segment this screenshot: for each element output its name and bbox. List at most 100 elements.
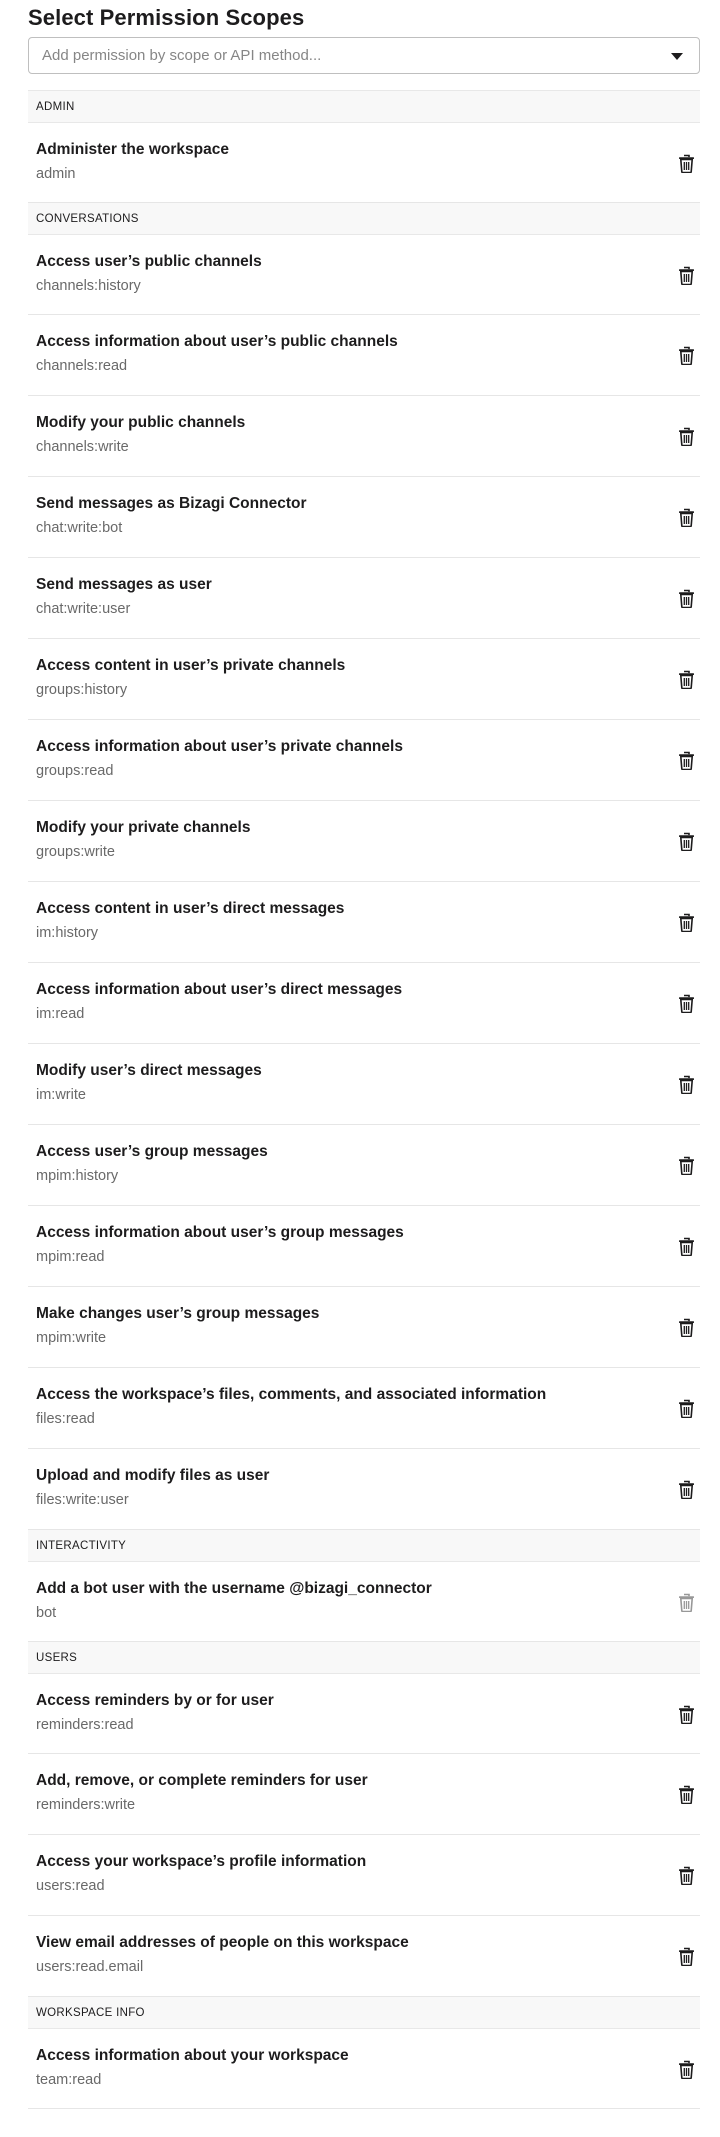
scope-row: Access content in user’s direct messages…: [28, 882, 700, 963]
scope-code: admin: [36, 166, 76, 182]
section-header: ADMIN: [28, 90, 700, 123]
trash-icon[interactable]: [674, 1396, 698, 1420]
scope-title: Add a bot user with the username @bizagi…: [36, 1580, 432, 1597]
trash-icon[interactable]: [674, 1702, 698, 1726]
trash-icon[interactable]: [674, 1234, 698, 1258]
trash-icon[interactable]: [674, 910, 698, 934]
trash-icon[interactable]: [674, 829, 698, 853]
scope-title: Modify your public channels: [36, 414, 246, 431]
scope-row: Access user’s public channels channels:hi…: [28, 235, 700, 315]
scope-row: Access information about user’s private …: [28, 720, 700, 801]
scope-code: chat:write:user: [36, 601, 131, 617]
scope-code: groups:read: [36, 763, 114, 779]
scope-code: users:read.email: [36, 1959, 144, 1975]
scope-row: Add a bot user with the username @bizagi…: [28, 1562, 700, 1642]
scope-row: Send messages as Bizagi Connector chat:wr…: [28, 477, 700, 558]
scope-title: Access content in user’s direct messages: [36, 900, 345, 917]
scope-code: mpim:read: [36, 1249, 105, 1265]
scope-title: Send messages as user: [36, 576, 212, 593]
scope-code: im:read: [36, 1006, 85, 1022]
trash-icon[interactable]: [674, 505, 698, 529]
scope-row: Send messages as user chat:write:user: [28, 558, 700, 639]
scope-title: Access information about user’s group me…: [36, 1224, 404, 1241]
scope-title: Access content in user’s private channel…: [36, 657, 346, 674]
scope-row: Access content in user’s private channel…: [28, 639, 700, 720]
permission-search-select[interactable]: Add permission by scope or API method...: [28, 37, 700, 74]
scope-title: Access user’s public channels: [36, 253, 262, 270]
scope-row: View email addresses of people on this w…: [28, 1916, 700, 1997]
trash-icon[interactable]: [674, 586, 698, 610]
trash-icon[interactable]: [674, 1072, 698, 1096]
page-title: Select Permission Scopes: [28, 5, 305, 30]
scope-row: Upload and modify files as user files:wri…: [28, 1449, 700, 1530]
scope-title: Make changes user’s group messages: [36, 1305, 320, 1322]
scope-title: Send messages as Bizagi Connector: [36, 495, 307, 512]
trash-icon[interactable]: [674, 424, 698, 448]
scope-code: files:write:user: [36, 1492, 129, 1508]
scope-row: Access information about user’s group me…: [28, 1206, 700, 1287]
trash-icon[interactable]: [674, 1863, 698, 1887]
scope-row: Access reminders by or for user reminders…: [28, 1674, 700, 1754]
scope-code: im:write: [36, 1087, 86, 1103]
scope-row: Administer the workspace admin: [28, 123, 700, 203]
chevron-down-icon[interactable]: [671, 53, 683, 60]
trash-icon[interactable]: [674, 991, 698, 1015]
scope-title: Access information about user’s private …: [36, 738, 403, 755]
scope-list: ADMIN Administer the workspace admin CONVER…: [28, 90, 700, 2109]
trash-icon[interactable]: [674, 1153, 698, 1177]
scope-row: Access information about your workspace t…: [28, 2029, 700, 2109]
trash-icon[interactable]: [674, 343, 698, 367]
scope-code: channels:write: [36, 439, 129, 455]
scope-title: Modify user’s direct messages: [36, 1062, 262, 1079]
trash-icon[interactable]: [674, 151, 698, 175]
scope-code: reminders:read: [36, 1717, 134, 1733]
scope-code: files:read: [36, 1411, 95, 1427]
section-header: WORKSPACE INFO: [28, 1996, 700, 2029]
scope-row: Modify your private channels groups:write: [28, 801, 700, 882]
scope-row: Make changes user’s group messages mpim:w…: [28, 1287, 700, 1368]
scope-code: reminders:write: [36, 1797, 136, 1813]
trash-icon[interactable]: [674, 1477, 698, 1501]
scope-title: Access information about your workspace: [36, 2047, 349, 2064]
scope-code: mpim:history: [36, 1168, 119, 1184]
scope-title: Modify your private channels: [36, 819, 251, 836]
trash-icon: [674, 1590, 698, 1614]
scope-code: users:read: [36, 1878, 105, 1894]
search-placeholder[interactable]: Add permission by scope or API method...: [42, 47, 321, 64]
scope-row: Modify your public channels channels:writ…: [28, 396, 700, 477]
scope-code: mpim:write: [36, 1330, 107, 1346]
scope-row: Access user’s group messages mpim:history: [28, 1125, 700, 1206]
scope-title: Access user’s group messages: [36, 1143, 268, 1160]
scope-title: Access information about user’s direct m…: [36, 981, 403, 998]
trash-icon[interactable]: [674, 1944, 698, 1968]
scope-title: Access the workspace’s files, comments, …: [36, 1386, 547, 1403]
scope-title: Access information about user’s public c…: [36, 333, 398, 350]
scope-row: Modify user’s direct messages im:write: [28, 1044, 700, 1125]
scope-row: Access your workspace’s profile informat…: [28, 1835, 700, 1916]
trash-icon[interactable]: [674, 667, 698, 691]
section-header: USERS: [28, 1641, 700, 1674]
scope-code: bot: [36, 1605, 57, 1621]
scope-title: Add, remove, or complete reminders for u…: [36, 1772, 368, 1789]
scope-row: Access the workspace’s files, comments, …: [28, 1368, 700, 1449]
scope-title: Access reminders by or for user: [36, 1692, 274, 1709]
scope-code: im:history: [36, 925, 99, 941]
scope-title: View email addresses of people on this w…: [36, 1934, 409, 1951]
scope-code: channels:read: [36, 358, 128, 374]
trash-icon[interactable]: [674, 1315, 698, 1339]
section-header: INTERACTIVITY: [28, 1529, 700, 1562]
section-header: CONVERSATIONS: [28, 202, 700, 235]
scope-row: Access information about user’s public c…: [28, 315, 700, 396]
trash-icon[interactable]: [674, 263, 698, 287]
scope-title: Administer the workspace: [36, 141, 229, 158]
scope-code: chat:write:bot: [36, 520, 123, 536]
trash-icon[interactable]: [674, 1782, 698, 1806]
scope-row: Access information about user’s direct m…: [28, 963, 700, 1044]
scope-code: groups:write: [36, 844, 115, 860]
trash-icon[interactable]: [674, 748, 698, 772]
scope-row: Add, remove, or complete reminders for u…: [28, 1754, 700, 1835]
scope-code: team:read: [36, 2072, 102, 2088]
scope-code: groups:history: [36, 682, 128, 698]
trash-icon[interactable]: [674, 2057, 698, 2081]
scope-code: channels:history: [36, 278, 141, 294]
